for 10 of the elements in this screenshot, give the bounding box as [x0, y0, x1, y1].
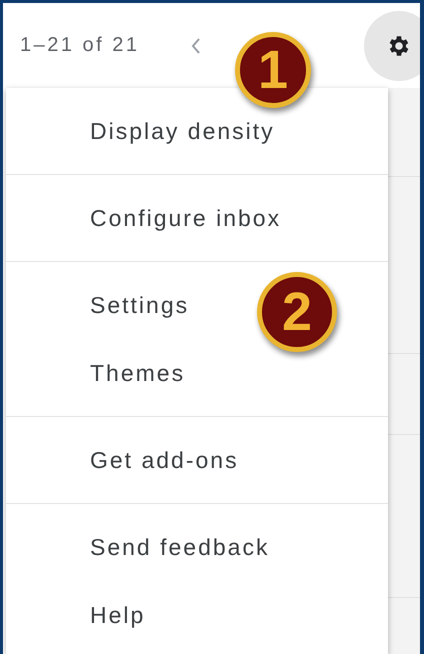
settings-button[interactable]	[364, 10, 420, 80]
menu-item[interactable]: Help	[6, 581, 158, 649]
chevron-left-icon[interactable]	[190, 36, 202, 54]
menu-item[interactable]: Get add-ons	[6, 426, 251, 494]
menu-item[interactable]: Settings	[6, 271, 202, 339]
step-badge: 1	[235, 32, 311, 108]
menu-item[interactable]: Configure inbox	[6, 184, 294, 252]
page-range: 1–21 of 21	[20, 34, 140, 57]
menu-item[interactable]: Themes	[6, 339, 198, 407]
menu-item[interactable]: Send feedback	[6, 513, 282, 581]
